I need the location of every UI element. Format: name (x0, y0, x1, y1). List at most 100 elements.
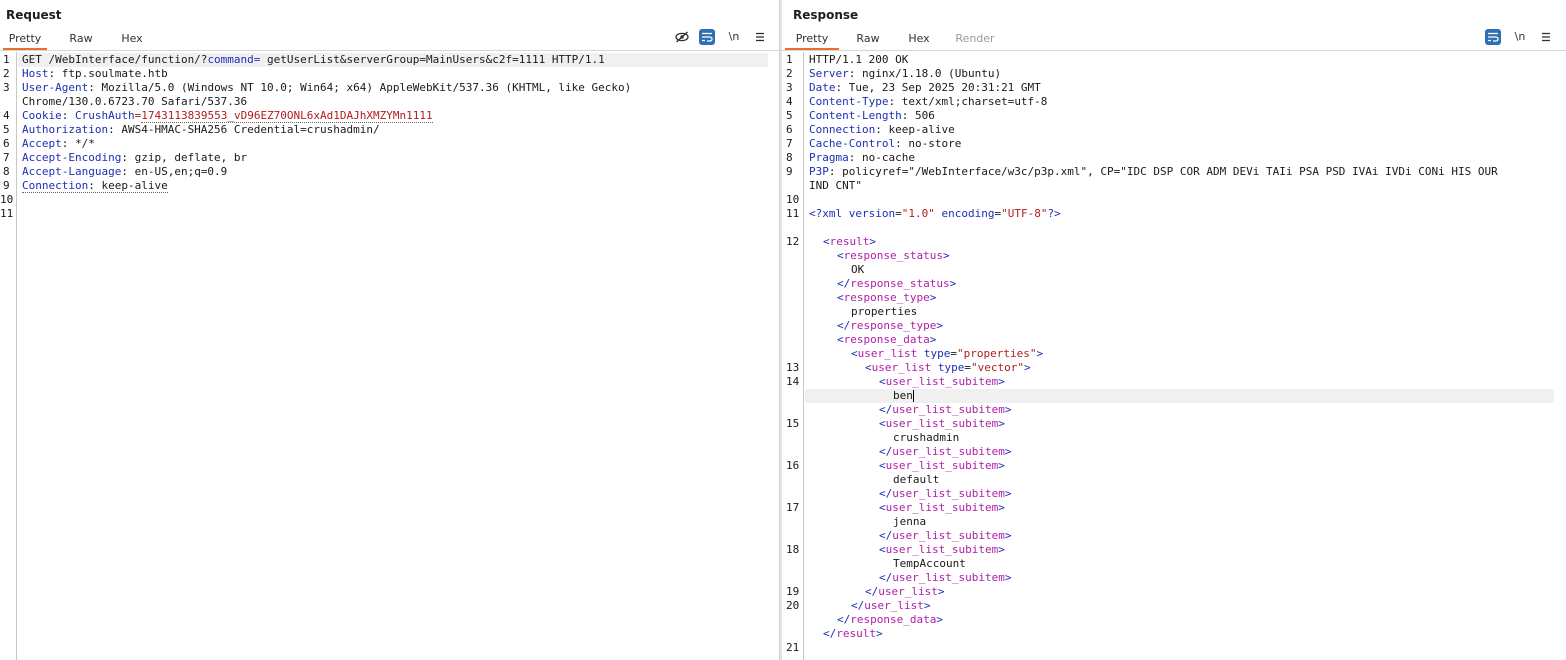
xml-close-tag: </user_list_subitem> (879, 445, 1012, 458)
xml-decl-open: <?xml (809, 207, 849, 220)
query-rest: getUserList&serverGroup=MainUsers&c2f=11… (260, 53, 605, 66)
line-number: 2 (3, 67, 10, 80)
header-line: Authorization: AWS4-HMAC-SHA256 Credenti… (22, 123, 380, 137)
line-number: 8 (786, 151, 793, 164)
line-number: 6 (3, 137, 10, 150)
user-item: ben (893, 389, 914, 403)
header-value: : keep-alive (88, 179, 168, 192)
header-key: P3P (809, 165, 829, 178)
response-title: Response (793, 8, 859, 22)
tag-name: user_list (857, 347, 918, 360)
header-line: Accept: */* (22, 137, 95, 151)
header-value: : gzip, deflate, br (121, 151, 248, 164)
xml-text: properties (851, 305, 918, 318)
line-number: 3 (786, 81, 793, 94)
line-number: 19 (786, 585, 800, 598)
tag-name: user_list_subitem (885, 501, 999, 514)
hamburger-menu-icon[interactable] (752, 29, 768, 45)
xml-open-tag: <result> (823, 235, 876, 248)
header-key: Authorization (22, 123, 109, 136)
xml-decl-value: "UTF-8" (1001, 207, 1048, 220)
tag-name: user_list_subitem (892, 487, 1005, 500)
response-tab-hex[interactable]: Hex (899, 32, 939, 50)
header-key: Connection (22, 179, 89, 192)
eye-slash-icon[interactable] (674, 29, 690, 45)
line-number: 12 (786, 235, 800, 248)
xml-decl-attr: version (848, 207, 896, 220)
tag-name: user_list (864, 599, 924, 612)
line-number: 17 (786, 501, 800, 514)
line-number: 2 (786, 67, 793, 80)
cookie-value: 1743113839553_vD96EZ70ONL6xAd1DAJhXMZYMn… (141, 109, 433, 123)
xml-decl-attr: encoding (941, 207, 995, 220)
response-tab-render[interactable]: Render (952, 32, 998, 50)
line-number: 21 (786, 641, 800, 654)
newline-toggle[interactable]: \n (1512, 29, 1528, 45)
xml-open-tag: <user_list_subitem> (879, 417, 1005, 430)
header-line: Accept-Language: en-US,en;q=0.9 (22, 165, 227, 179)
xml-open-tag: <response_data> (837, 333, 937, 346)
header-key: Content-Type (809, 95, 889, 108)
header-line: Content-Length: 506 (809, 109, 935, 123)
line-number: 14 (786, 375, 800, 388)
xml-open-tag: <user_list type="properties"> (851, 347, 1044, 360)
line-number: 13 (786, 361, 800, 374)
xml-decl-value: "1.0" (901, 207, 935, 220)
response-pane: Response Pretty Raw Hex Render \n 1 2 3 … (782, 0, 1566, 660)
line-number: 9 (786, 165, 793, 178)
tag-name: user_list (871, 361, 932, 374)
header-line: Host: ftp.soulmate.htb (22, 67, 168, 81)
tag-name: user_list_subitem (885, 459, 999, 472)
line-number: 20 (786, 599, 800, 612)
xml-close-tag: </user_list> (865, 585, 945, 598)
response-editor[interactable]: 1 2 3 4 5 6 7 8 9 10 11 12 13 14 15 16 1… (782, 52, 1566, 660)
xml-text: OK (851, 263, 865, 276)
request-tab-pretty[interactable]: Pretty (3, 32, 47, 50)
word-wrap-icon[interactable] (699, 29, 715, 45)
request-tab-hex[interactable]: Hex (112, 32, 152, 50)
header-value: : AWS4-HMAC-SHA256 Credential=crushadmin… (108, 123, 380, 136)
request-editor[interactable]: 1 2 3 4 5 6 7 8 9 10 11 GET /WebInterfac… (0, 52, 779, 660)
xml-open-tag: <user_list_subitem> (879, 459, 1005, 472)
xml-close-tag: </user_list_subitem> (879, 571, 1012, 584)
xml-close-tag: </user_list_subitem> (879, 529, 1012, 542)
header-key: Pragma (809, 151, 849, 164)
header-line-wrap: IND CNT" (809, 179, 862, 192)
tag-name: response_data (843, 333, 930, 346)
header-key: Host (22, 67, 49, 80)
hamburger-menu-icon[interactable] (1538, 29, 1554, 45)
line-number: 3 (3, 81, 10, 94)
line-number: 5 (3, 123, 10, 136)
header-key: Content-Length (809, 109, 902, 122)
request-tab-raw[interactable]: Raw (61, 32, 101, 50)
word-wrap-icon[interactable] (1485, 29, 1501, 45)
header-value: : Tue, 23 Sep 2025 20:31:21 GMT (835, 81, 1041, 94)
tag-name: response_data (850, 613, 937, 626)
query-param-name: command (207, 53, 254, 66)
header-line: Connection: keep-alive (809, 123, 955, 137)
response-tab-pretty[interactable]: Pretty (785, 32, 839, 50)
request-method-path: GET /WebInterface/function/? (22, 53, 208, 66)
request-title: Request (6, 8, 62, 22)
line-number: 11 (786, 207, 800, 220)
header-line: Cookie: CrushAuth=1743113839553_vD96EZ70… (22, 109, 433, 123)
request-line: GET /WebInterface/function/?command= get… (22, 53, 605, 67)
xml-close-tag: </user_list_subitem> (879, 403, 1012, 416)
tag-name: user_list_subitem (885, 417, 999, 430)
header-value: : text/xml;charset=utf-8 (888, 95, 1048, 108)
tag-name: user_list (878, 585, 938, 598)
header-value: : en-US,en;q=0.9 (121, 165, 228, 178)
response-tab-raw[interactable]: Raw (848, 32, 888, 50)
header-value: : nginx/1.18.0 (Ubuntu) (848, 67, 1002, 80)
header-line: Cache-Control: no-store (809, 137, 961, 151)
xml-open-tag: <user_list type="vector"> (865, 361, 1031, 374)
header-key: Server (809, 67, 849, 80)
tag-name: user_list_subitem (892, 529, 1005, 542)
status-line: HTTP/1.1 200 OK (809, 53, 909, 66)
xml-close-tag: </response_status> (837, 277, 957, 290)
header-line: Content-Type: text/xml;charset=utf-8 (809, 95, 1047, 109)
user-item: TempAccount (893, 557, 966, 570)
header-key: Accept-Language (22, 165, 122, 178)
newline-toggle[interactable]: \n (726, 29, 742, 45)
line-number: 8 (3, 165, 10, 178)
